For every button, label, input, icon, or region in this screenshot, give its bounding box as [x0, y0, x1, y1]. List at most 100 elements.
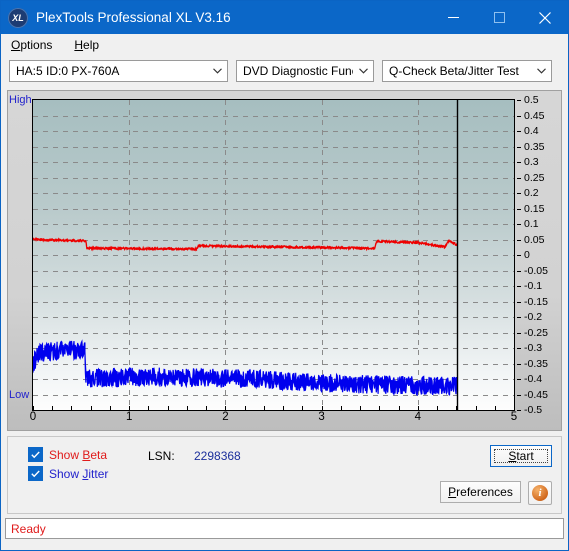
title-bar: XL PlexTools Professional XL V3.16	[1, 1, 568, 34]
controls-panel: Show Beta Show Jitter LSN: 2298368 Start…	[7, 436, 562, 514]
show-jitter-label-rest: itter	[88, 466, 109, 481]
x-tick-label: 1	[125, 411, 133, 423]
y-tick-label: -0.4	[524, 373, 543, 385]
application-window: XL PlexTools Professional XL V3.16 Optio…	[0, 0, 569, 551]
x-tick-mark	[475, 406, 477, 410]
y-tick-label: -0.3	[524, 342, 543, 354]
preferences-button[interactable]: Preferences	[440, 481, 521, 503]
show-beta-label: Show Beta	[49, 447, 108, 462]
close-button[interactable]	[522, 1, 568, 34]
axis-high-label: High	[9, 94, 32, 106]
y-tick-mark	[517, 348, 521, 349]
y-tick-label: 0.45	[524, 109, 545, 122]
x-tick-mark	[437, 406, 439, 410]
y-tick-label: 0.3	[524, 156, 539, 168]
chart-panel: High Low 0.5 0.45 0.4 0.35 0.3 0.25 0.2 0.15 0.1…	[7, 90, 562, 431]
y-tick-mark	[517, 208, 521, 210]
maximize-button[interactable]	[476, 1, 522, 34]
y-tick-mark	[517, 162, 521, 163]
y-tick-label: -0.05	[524, 264, 548, 277]
show-beta-label-rest: eta	[90, 447, 108, 462]
lsn-value: 2298368	[194, 449, 241, 463]
y-tick-label: -0.2	[524, 311, 543, 323]
info-icon: i	[532, 485, 548, 501]
drive-select[interactable]: HA:5 ID:0 PX-760A	[9, 60, 228, 82]
preferences-button-label: Preferences	[448, 485, 513, 499]
chevron-down-icon	[531, 68, 551, 74]
show-jitter-checkbox[interactable]: Show Jitter	[28, 466, 108, 481]
show-jitter-label: Show Jitter	[49, 466, 109, 481]
start-button-label: tart	[516, 449, 534, 463]
axis-low-label: Low	[9, 389, 30, 401]
y-tick-mark	[517, 394, 521, 396]
preferences-button-label-rest: references	[456, 485, 513, 499]
x-tick-mark	[109, 406, 111, 410]
x-tick-mark	[206, 406, 208, 410]
y-tick-mark	[517, 286, 521, 287]
x-tick-label: 4	[414, 411, 421, 423]
x-tick-mark	[225, 406, 227, 410]
function-select[interactable]: DVD Diagnostic Functions	[236, 60, 374, 82]
close-icon	[539, 11, 551, 24]
x-tick-mark	[340, 406, 342, 410]
x-tick-mark	[456, 406, 458, 410]
x-tick-label: 0	[29, 411, 37, 423]
menu-item-options[interactable]: Options	[9, 37, 54, 53]
x-tick-mark	[514, 406, 515, 410]
y-tick-mark	[517, 332, 521, 334]
x-tick-mark	[263, 406, 265, 410]
plot-area[interactable]	[32, 99, 515, 411]
menu-item-help[interactable]: Help	[72, 37, 101, 53]
y-tick-mark	[517, 317, 521, 318]
y-tick-label: -0.25	[524, 326, 548, 339]
y-tick-mark	[517, 255, 521, 256]
x-tick-mark	[398, 406, 400, 410]
drive-select-value: HA:5 ID:0 PX-760A	[16, 64, 120, 78]
test-select-value: Q-Check Beta/Jitter Test	[389, 64, 519, 78]
test-select[interactable]: Q-Check Beta/Jitter Test	[382, 60, 552, 82]
y-tick-mark	[517, 100, 521, 101]
y-tick-label: 0.35	[524, 140, 545, 153]
y-tick-label: 0.1	[524, 218, 539, 230]
app-logo-icon: XL	[8, 7, 28, 28]
show-beta-checkbox[interactable]: Show Beta	[28, 447, 107, 462]
x-tick-mark	[244, 406, 246, 410]
y-tick-mark	[517, 146, 521, 148]
start-button[interactable]: Start	[490, 445, 552, 467]
x-tick-mark	[148, 406, 150, 410]
y-tick-label: 0.5	[524, 94, 539, 106]
x-axis-tick-labels: 0 1 2 3 4 5	[8, 406, 561, 429]
y-axis-tick-labels: 0.5 0.45 0.4 0.35 0.3 0.25 0.2 0.15 0.1 0.05 0 -0.0…	[517, 91, 569, 417]
y-tick-mark	[517, 270, 521, 272]
x-tick-mark	[379, 406, 381, 410]
x-tick-label: 5	[510, 411, 518, 423]
x-tick-mark	[186, 406, 188, 410]
status-bar: Ready	[5, 518, 564, 539]
lsn-label: LSN:	[148, 449, 175, 463]
chevron-down-icon	[207, 68, 227, 74]
x-tick-mark	[321, 406, 323, 410]
y-tick-mark	[517, 363, 521, 365]
checkbox-checked-icon	[28, 466, 43, 481]
y-tick-label: -0.45	[524, 388, 548, 401]
y-tick-mark	[517, 177, 521, 179]
y-tick-mark	[517, 239, 521, 241]
x-tick-mark	[283, 406, 285, 410]
minimize-button[interactable]	[430, 1, 476, 34]
y-tick-label: 0.4	[524, 125, 539, 137]
y-tick-mark	[517, 115, 521, 117]
maximize-icon	[493, 12, 505, 23]
y-tick-label: -0.1	[524, 280, 543, 292]
y-tick-label: 0.15	[524, 202, 545, 215]
y-tick-mark	[517, 301, 521, 303]
y-tick-mark	[517, 193, 521, 194]
toolbar: HA:5 ID:0 PX-760A DVD Diagnostic Functio…	[1, 56, 568, 86]
window-title: PlexTools Professional XL V3.16	[36, 10, 231, 25]
info-button[interactable]: i	[528, 481, 552, 505]
y-tick-mark	[517, 379, 521, 380]
menu-item-help-label: elp	[83, 38, 100, 52]
y-tick-mark	[517, 131, 521, 132]
x-tick-label: 3	[318, 411, 325, 423]
x-tick-mark	[360, 406, 362, 410]
start-button-inner: Start	[494, 449, 548, 463]
